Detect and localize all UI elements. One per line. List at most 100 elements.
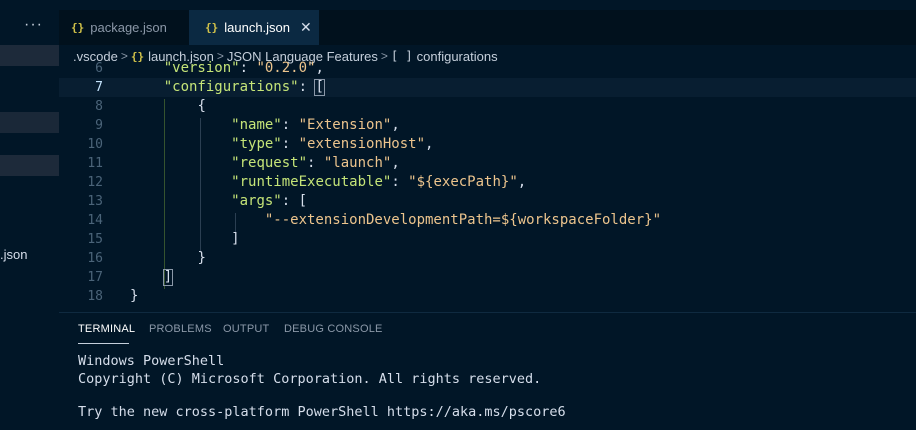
code-line[interactable]: 8 { [59,97,916,116]
code-text: { [130,97,206,116]
json-string: "${execPath}" [408,174,518,190]
terminal-line: Copyright (C) Microsoft Corporation. All… [78,371,542,387]
json-file-icon: {} [71,21,85,34]
json-key: "version" [163,61,240,76]
json-punctuation [130,250,197,266]
code-line[interactable]: 17 ] [59,268,916,287]
tab-debug-console[interactable]: DEBUG CONSOLE [284,323,383,335]
json-punctuation: , [517,174,527,190]
json-punctuation: : [391,174,409,190]
json-string: "extensionHost" [298,136,426,152]
code-line[interactable]: 13 "args": [ [59,192,916,211]
line-number: 6 [95,61,103,76]
json-punctuation [130,212,265,228]
tab-problems[interactable]: PROBLEMS [149,323,212,335]
code-line[interactable]: 7 "configurations": [ [59,78,916,97]
active-tab-indicator [78,343,129,344]
json-key: "args" [231,193,282,209]
json-punctuation: } [197,250,206,266]
line-number: 13 [87,194,103,209]
explorer-item[interactable] [0,112,59,133]
json-punctuation [130,117,231,133]
code-text: ] [130,230,240,249]
line-number: 15 [87,232,103,247]
explorer-sidebar: ··· .json [0,0,59,429]
json-punctuation: : [ [281,193,308,209]
explorer-item[interactable] [0,155,59,176]
code-text: "name": "Extension", [130,116,400,135]
code-editor[interactable]: 6 "version": "0.2.0", 7 "configurations":… [59,61,916,311]
code-line[interactable]: 14 "--extensionDevelopmentPath=${workspa… [59,211,916,230]
json-punctuation: , [391,155,400,171]
code-line[interactable]: 16 } [59,249,916,268]
close-icon[interactable]: ✕ [300,19,312,36]
code-line[interactable]: 11 "request": "launch", [59,154,916,173]
json-key: "type" [231,136,282,152]
tab-output[interactable]: OUTPUT [223,323,269,335]
code-text: "--extensionDevelopmentPath=${workspaceF… [130,211,661,230]
json-punctuation: ] [231,231,240,247]
terminal-line: Try the new cross-platform PowerShell ht… [78,404,566,420]
line-number: 11 [87,156,103,171]
explorer-item[interactable] [0,45,59,66]
code-text: "runtimeExecutable": "${execPath}", [130,173,526,192]
json-string: "Extension" [298,117,392,133]
json-punctuation: , [425,136,434,152]
json-string: "launch" [323,155,392,171]
json-punctuation: { [197,98,206,114]
terminal-line: Windows PowerShell [78,353,225,369]
json-punctuation: } [130,288,139,304]
code-text: "configurations": [ [130,78,324,97]
code-line[interactable]: 18} [59,287,916,306]
json-punctuation: : [281,117,299,133]
line-number: 7 [95,80,103,95]
json-string: "0.2.0" [256,61,316,76]
json-punctuation [130,155,231,171]
json-key: "configurations" [163,79,299,95]
code-line[interactable]: 9 "name": "Extension", [59,116,916,135]
line-number: 10 [87,137,103,152]
json-punctuation [130,61,164,76]
json-punctuation: , [391,117,400,133]
title-strip [0,0,916,6]
line-number: 8 [95,99,103,114]
code-line[interactable]: 6 "version": "0.2.0", [59,61,916,78]
line-number: 12 [87,175,103,190]
bracket-match-highlight [162,269,174,286]
code-text: "version": "0.2.0", [130,61,324,78]
json-key: "name" [231,117,282,133]
bracket-match-highlight [314,79,325,96]
editor-tab-bar: {} package.json {} launch.json ✕ [59,10,916,45]
json-punctuation [130,79,164,95]
json-key: "request" [231,155,308,171]
tab-label: launch.json [224,20,291,35]
json-punctuation [130,193,231,209]
code-text: "request": "launch", [130,154,400,173]
line-number: 17 [87,270,103,285]
json-string: "--extensionDevelopmentPath=${workspaceF… [264,212,662,228]
json-punctuation [130,98,197,114]
tab-terminal[interactable]: TERMINAL [78,323,135,335]
line-number: 9 [95,118,103,133]
json-punctuation: : [239,61,257,76]
line-number: 16 [87,251,103,266]
code-line[interactable]: 12 "runtimeExecutable": "${execPath}", [59,173,916,192]
code-line[interactable]: 15 ] [59,230,916,249]
tab-label: package.json [90,20,167,35]
more-actions-icon[interactable]: ··· [24,16,43,34]
line-number: 18 [87,289,103,304]
code-text: "args": [ [130,192,307,211]
json-key: "runtimeExecutable" [231,174,392,190]
code-text: } [130,249,206,268]
code-line[interactable]: 10 "type": "extensionHost", [59,135,916,154]
explorer-file-item[interactable]: .json [0,247,27,262]
json-punctuation [130,231,231,247]
json-punctuation [130,269,164,285]
json-punctuation: : [281,136,299,152]
tab-launch-json[interactable]: {} launch.json ✕ [189,10,319,45]
line-number: 14 [87,213,103,228]
json-punctuation [130,136,231,152]
json-punctuation [130,174,231,190]
json-punctuation: : [307,155,324,171]
tab-package-json[interactable]: {} package.json [59,10,189,45]
